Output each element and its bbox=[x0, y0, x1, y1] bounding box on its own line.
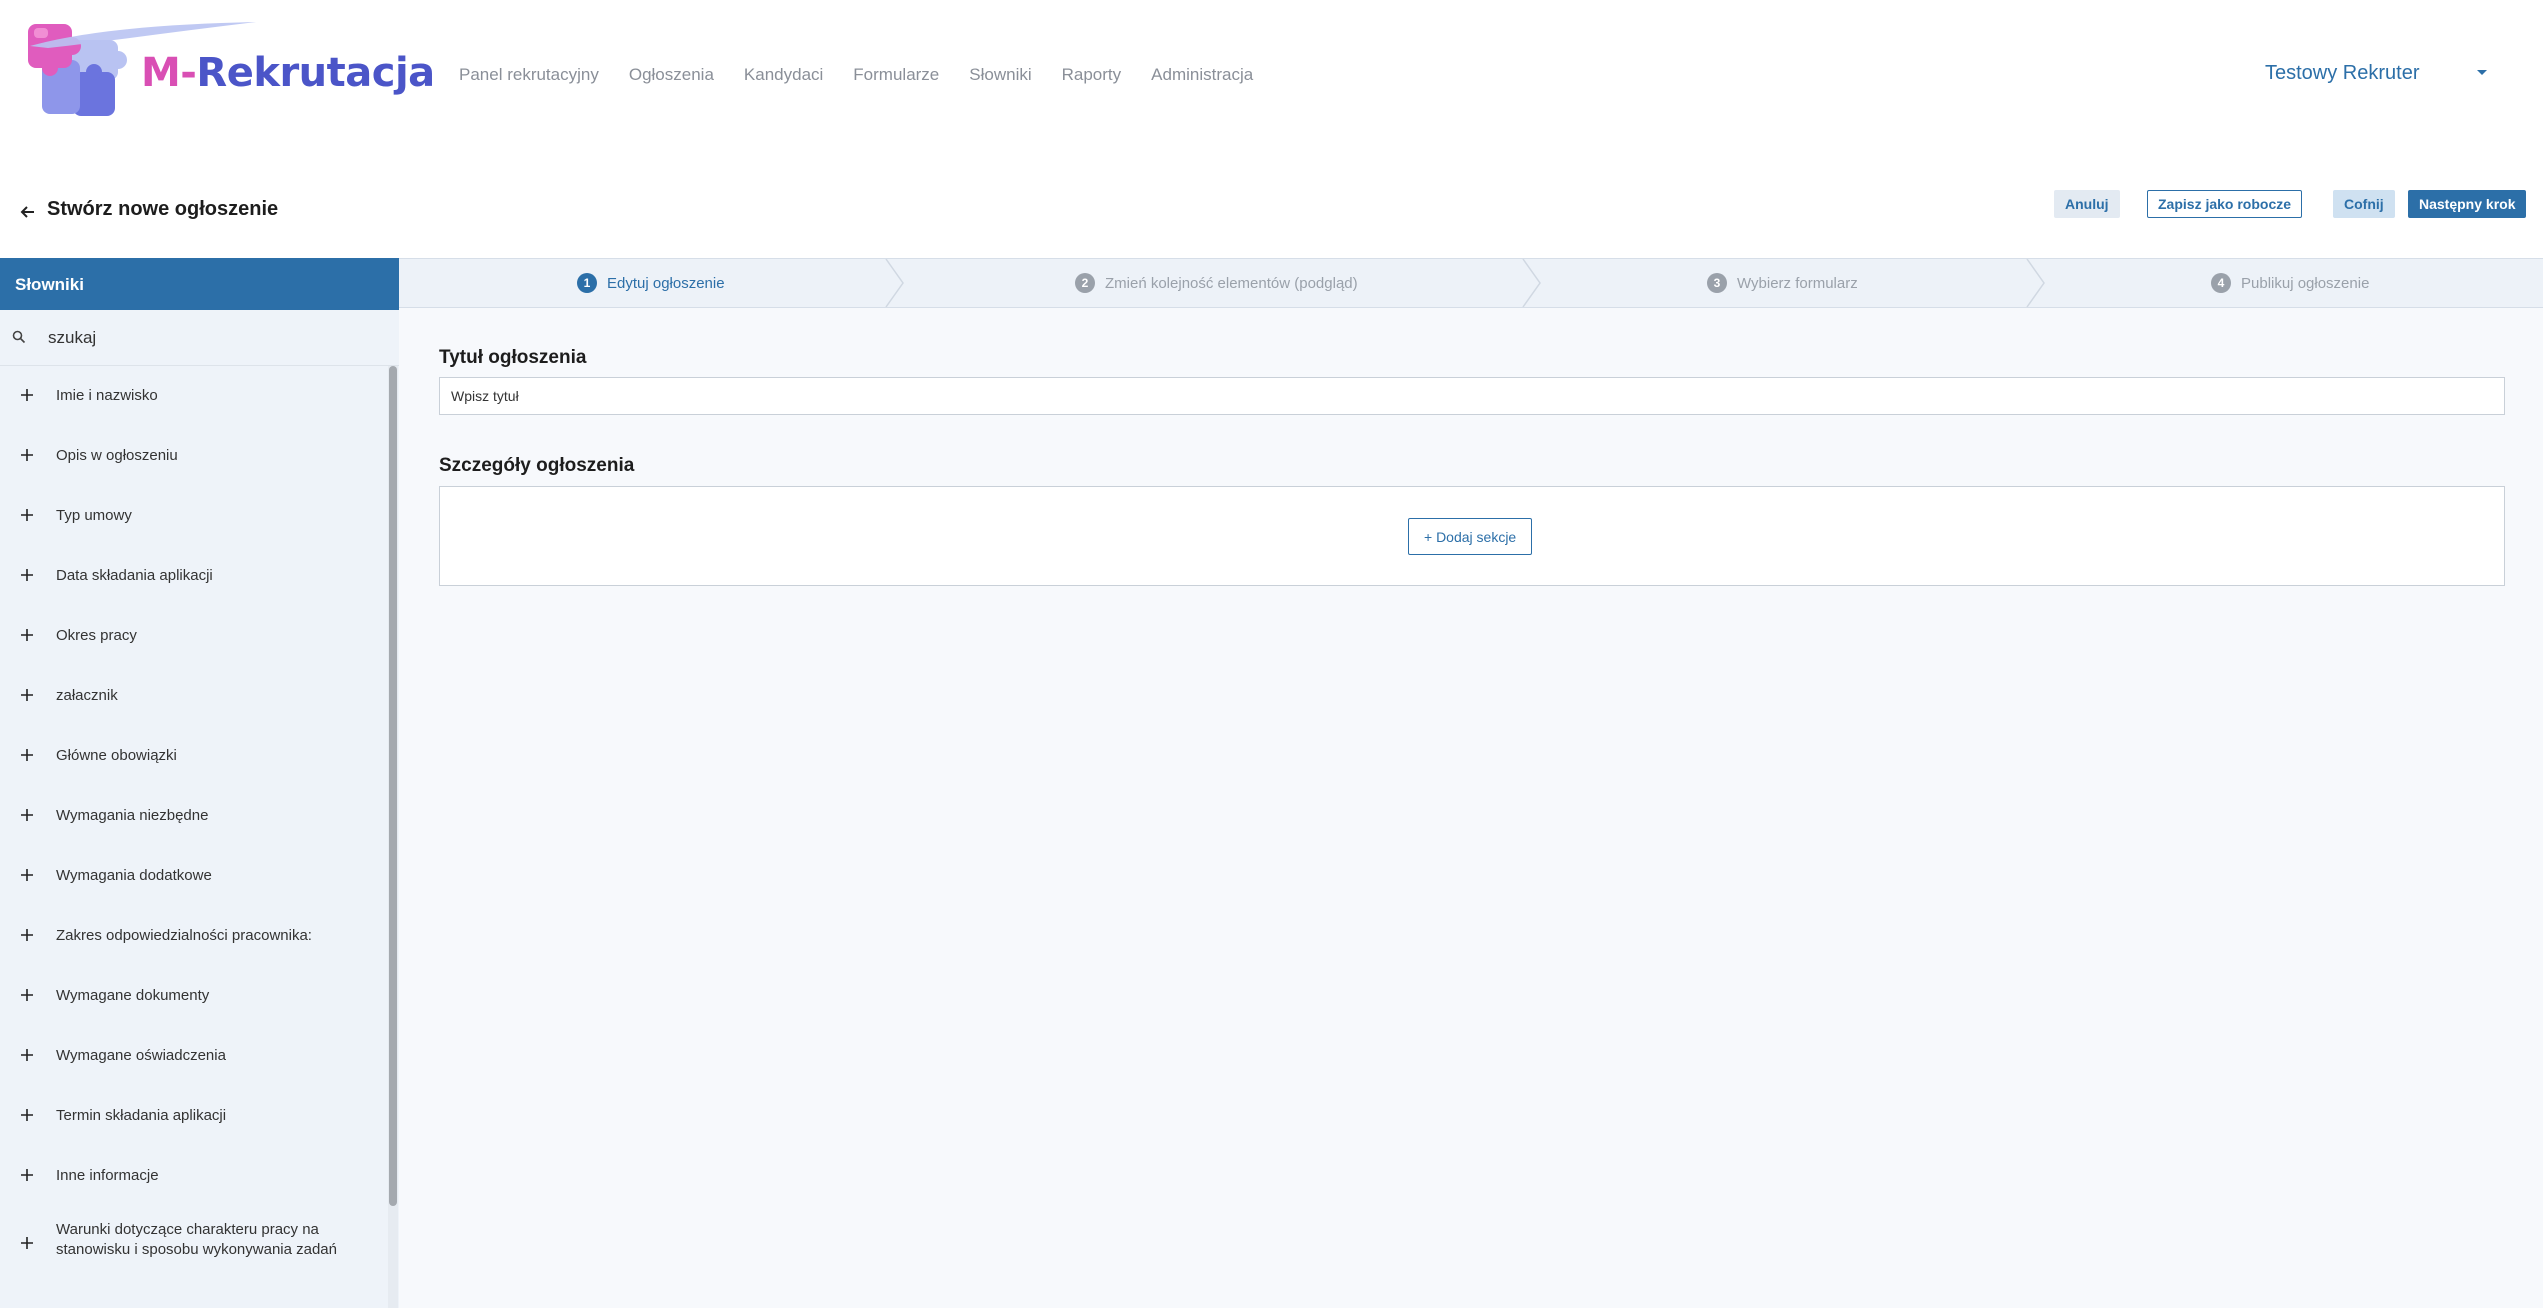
sidebar-item-label: Opis w ogłoszeniu bbox=[56, 447, 178, 464]
sidebar-item[interactable]: Inne informacje bbox=[0, 1146, 388, 1206]
brand-logo[interactable]: M-Rekrutacja bbox=[28, 20, 435, 120]
arrow-left-icon[interactable] bbox=[18, 202, 38, 222]
sidebar-item-label: załacznik bbox=[56, 687, 118, 704]
plus-icon[interactable] bbox=[20, 928, 34, 942]
chevron-right-icon bbox=[885, 259, 904, 307]
plus-icon[interactable] bbox=[20, 988, 34, 1002]
sidebar-item-label: Typ umowy bbox=[56, 507, 132, 524]
details-section-box: + Dodaj sekcje bbox=[439, 486, 2505, 586]
dictionary-sidebar: Słowniki Imie i nazwisko Opis w ogłoszen… bbox=[0, 258, 399, 1308]
plus-icon[interactable] bbox=[20, 448, 34, 462]
chevron-right-icon bbox=[1522, 259, 1541, 307]
sidebar-item[interactable]: Wymagane oświadczenia bbox=[0, 1026, 388, 1086]
plus-icon[interactable] bbox=[20, 508, 34, 522]
next-step-button[interactable]: Następny krok bbox=[2408, 190, 2527, 218]
sidebar-item[interactable]: Termin składania aplikacji bbox=[0, 1086, 388, 1146]
nav-item-ogloszenia[interactable]: Ogłoszenia bbox=[629, 65, 714, 85]
wizard-stepper: 1 Edytuj ogłoszenie 2 Zmień kolejność el… bbox=[399, 258, 2543, 308]
step-publish[interactable]: 4 Publikuj ogłoszenie bbox=[2211, 259, 2369, 307]
step-edit[interactable]: 1 Edytuj ogłoszenie bbox=[577, 259, 725, 307]
sidebar-item-label: Data składania aplikacji bbox=[56, 567, 213, 584]
search-icon bbox=[12, 330, 26, 344]
sidebar-search bbox=[0, 310, 399, 366]
sidebar-item-label: Wymagania dodatkowe bbox=[56, 867, 212, 884]
sidebar-item[interactable]: Wymagania niezbędne bbox=[0, 786, 388, 846]
top-bar: M-Rekrutacja Panel rekrutacyjny Ogłoszen… bbox=[0, 0, 2543, 150]
sidebar-item[interactable]: załacznik bbox=[0, 666, 388, 726]
step-number: 4 bbox=[2211, 273, 2231, 293]
main-content: 1 Edytuj ogłoszenie 2 Zmień kolejność el… bbox=[399, 258, 2543, 1308]
sidebar-item[interactable]: Data składania aplikacji bbox=[0, 546, 388, 606]
page-header: Stwórz nowe ogłoszenie Anuluj Zapisz jak… bbox=[0, 190, 2543, 250]
plus-icon[interactable] bbox=[20, 628, 34, 642]
sidebar-title: Słowniki bbox=[0, 258, 399, 310]
step-label: Zmień kolejność elementów (podgląd) bbox=[1105, 274, 1358, 292]
step-label: Edytuj ogłoszenie bbox=[607, 274, 725, 292]
sidebar-item-label: Imie i nazwisko bbox=[56, 387, 158, 404]
title-section-label: Tytuł ogłoszenia bbox=[439, 347, 587, 368]
back-button[interactable]: Cofnij bbox=[2333, 190, 2395, 218]
plus-icon[interactable] bbox=[20, 868, 34, 882]
plus-icon[interactable] bbox=[20, 748, 34, 762]
brand-name: M-Rekrutacja bbox=[141, 50, 435, 96]
nav-item-formularze[interactable]: Formularze bbox=[853, 65, 939, 85]
details-section-label: Szczegóły ogłoszenia bbox=[439, 455, 635, 476]
add-section-button[interactable]: + Dodaj sekcje bbox=[1408, 518, 1533, 555]
sidebar-item[interactable]: Imie i nazwisko bbox=[0, 366, 388, 426]
caret-down-icon[interactable] bbox=[2477, 70, 2487, 75]
plus-icon[interactable] bbox=[20, 808, 34, 822]
sidebar-item[interactable]: Wymagania dodatkowe bbox=[0, 846, 388, 906]
nav-item-kandydaci[interactable]: Kandydaci bbox=[744, 65, 823, 85]
step-form[interactable]: 3 Wybierz formularz bbox=[1707, 259, 1858, 307]
sidebar-item[interactable]: Wymagane dokumenty bbox=[0, 966, 388, 1026]
title-input[interactable] bbox=[439, 377, 2505, 415]
sidebar-item-label: Wymagane dokumenty bbox=[56, 987, 210, 1004]
step-reorder[interactable]: 2 Zmień kolejność elementów (podgląd) bbox=[1075, 259, 1358, 307]
sidebar-item-label: Okres pracy bbox=[56, 627, 137, 644]
user-menu[interactable]: Testowy Rekruter bbox=[2265, 62, 2420, 85]
sidebar-item[interactable]: Warunki dotyczące charakteru pracy na st… bbox=[0, 1206, 388, 1276]
step-number: 1 bbox=[577, 273, 597, 293]
step-label: Publikuj ogłoszenie bbox=[2241, 274, 2370, 292]
nav-item-raporty[interactable]: Raporty bbox=[1062, 65, 1122, 85]
plus-icon[interactable] bbox=[20, 1048, 34, 1062]
plus-icon[interactable] bbox=[20, 1108, 34, 1122]
step-label: Wybierz formularz bbox=[1737, 274, 1858, 292]
cancel-button[interactable]: Anuluj bbox=[2054, 190, 2120, 218]
nav-item-panel[interactable]: Panel rekrutacyjny bbox=[459, 65, 599, 85]
main-nav: Panel rekrutacyjny Ogłoszenia Kandydaci … bbox=[459, 65, 1283, 85]
logo-swoosh-icon bbox=[30, 22, 256, 48]
sidebar-item[interactable]: Zakres odpowiedzialności pracownika: bbox=[0, 906, 388, 966]
sidebar-item[interactable]: Typ umowy bbox=[0, 486, 388, 546]
plus-icon[interactable] bbox=[20, 568, 34, 582]
sidebar-item[interactable]: Okres pracy bbox=[0, 606, 388, 666]
save-draft-button[interactable]: Zapisz jako robocze bbox=[2147, 190, 2303, 218]
sidebar-item-label: Inne informacje bbox=[56, 1167, 159, 1184]
sidebar-scrollbar-thumb[interactable] bbox=[389, 366, 397, 1206]
step-number: 2 bbox=[1075, 273, 1095, 293]
sidebar-search-input[interactable] bbox=[48, 320, 378, 356]
sidebar-list: Imie i nazwisko Opis w ogłoszeniu Typ um… bbox=[0, 366, 388, 1276]
sidebar-item-label: Wymagane oświadczenia bbox=[56, 1047, 226, 1064]
plus-icon[interactable] bbox=[20, 688, 34, 702]
nav-item-administracja[interactable]: Administracja bbox=[1151, 65, 1253, 85]
plus-icon[interactable] bbox=[20, 1236, 34, 1250]
step-number: 3 bbox=[1707, 273, 1727, 293]
sidebar-item-label: Wymagania niezbędne bbox=[56, 807, 209, 824]
sidebar-item-label: Warunki dotyczące charakteru pracy na st… bbox=[56, 1221, 337, 1258]
plus-icon[interactable] bbox=[20, 1168, 34, 1182]
sidebar-item-label: Termin składania aplikacji bbox=[56, 1107, 227, 1124]
page-title: Stwórz nowe ogłoszenie bbox=[47, 198, 279, 220]
sidebar-item-label: Główne obowiązki bbox=[56, 747, 177, 764]
sidebar-item[interactable]: Główne obowiązki bbox=[0, 726, 388, 786]
chevron-right-icon bbox=[2026, 259, 2045, 307]
sidebar-item[interactable]: Opis w ogłoszeniu bbox=[0, 426, 388, 486]
plus-icon[interactable] bbox=[20, 388, 34, 402]
sidebar-item-label: Zakres odpowiedzialności pracownika: bbox=[56, 927, 312, 944]
nav-item-slowniki[interactable]: Słowniki bbox=[969, 65, 1031, 85]
